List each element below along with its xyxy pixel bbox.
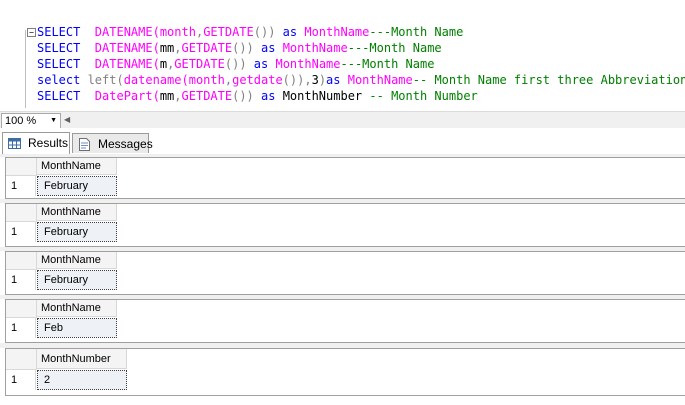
code-token: GETDATE (203, 25, 254, 39)
code-token: ()) (232, 89, 254, 103)
code-token: DatePart( (94, 89, 160, 103)
code-token: month (188, 73, 225, 87)
code-token: ()) (232, 41, 254, 55)
grid-corner[interactable] (6, 158, 37, 176)
row-number[interactable]: 1 (6, 222, 36, 242)
code-token: -- Month Name first three Abbreviation (412, 73, 685, 87)
code-token: as (246, 57, 276, 71)
code-token: month (159, 25, 196, 39)
code-token: 3 (311, 73, 319, 87)
tab-results-label: Results (28, 136, 69, 150)
code-token: DATENAME( (94, 41, 160, 55)
code-token: MonthName (282, 41, 348, 55)
messages-icon (79, 138, 90, 151)
code-line[interactable]: SELECT DATENAME(month,GETDATE()) as Mont… (37, 24, 685, 40)
code-line[interactable]: SELECT DatePart(mm,GETDATE()) as MonthNu… (37, 88, 685, 104)
tab-messages-label: Messages (98, 137, 153, 151)
code-token: MonthName (347, 73, 413, 87)
column-header[interactable]: MonthName (37, 252, 117, 269)
code-token: ---Month Name (340, 57, 435, 71)
code-token: ()), (282, 73, 312, 87)
tab-messages[interactable]: Messages (72, 133, 153, 153)
code-token: mm (159, 89, 175, 103)
code-token: SELECT (37, 57, 95, 71)
result-pane-4: MonthName 1 Feb (5, 299, 685, 343)
result-cell[interactable]: February (37, 270, 117, 290)
results-tabstrip: Results Messages (0, 128, 685, 155)
code-token: SELECT (37, 25, 95, 39)
result-cell[interactable]: February (37, 176, 117, 196)
code-token: , (174, 41, 182, 55)
code-token: left( (87, 73, 124, 87)
code-token: , (174, 89, 182, 103)
result-pane-3: MonthName 1 February (5, 251, 685, 295)
column-header[interactable]: MonthName (37, 204, 117, 221)
code-token: GETDATE (181, 41, 233, 55)
code-token: as (253, 41, 283, 55)
row-number[interactable]: 1 (6, 270, 36, 290)
column-header[interactable]: MonthNumber (37, 349, 127, 369)
result-pane-2: MonthName 1 February (5, 203, 685, 247)
code-token: ()) (253, 25, 276, 39)
zoom-select[interactable]: 100 % ▼ (1, 113, 61, 129)
code-token: MonthNumber (282, 89, 363, 103)
result-cell[interactable]: 2 (37, 370, 127, 390)
zoom-bar: 100 % ▼ ◀ (0, 111, 685, 129)
row-number[interactable]: 1 (6, 176, 36, 196)
result-cell[interactable]: Feb (37, 318, 117, 338)
code-token: DATENAME( (94, 57, 160, 71)
code-token: ()) (224, 57, 247, 71)
zoom-value: 100 % (5, 115, 37, 127)
code-line[interactable]: select left(datename(month,getdate()),3)… (37, 72, 685, 88)
code-token: ) (318, 73, 327, 87)
sql-editor[interactable]: − SELECT DATENAME(month,GETDATE()) as Mo… (0, 0, 685, 111)
row-number[interactable]: 1 (6, 370, 36, 390)
grid-corner[interactable] (6, 300, 37, 318)
code-token: SELECT (37, 89, 95, 103)
collapse-icon[interactable]: − (27, 28, 36, 37)
code-token: DATENAME( (94, 25, 160, 39)
code-token: as (253, 89, 283, 103)
grid-corner[interactable] (6, 252, 37, 270)
code-token: m (159, 57, 168, 71)
column-header[interactable]: MonthName (37, 300, 117, 317)
code-token: as (326, 73, 348, 87)
column-header[interactable]: MonthName (37, 158, 117, 175)
grid-corner[interactable] (6, 349, 37, 370)
code-token: MonthName (275, 57, 341, 71)
code-token: getdate (232, 73, 283, 87)
code-token: MonthName (304, 25, 370, 39)
code-token: datename( (123, 73, 189, 87)
grid-corner[interactable] (6, 204, 37, 222)
code-token: , (224, 73, 233, 87)
code-line[interactable]: SELECT DATENAME(mm,GETDATE()) as MonthNa… (37, 40, 685, 56)
result-pane-1: MonthName 1 February (5, 157, 685, 199)
code-token: ---Month Name (347, 41, 442, 55)
code-token: as (275, 25, 305, 39)
tab-results[interactable]: Results (2, 132, 70, 154)
code-token: mm (159, 41, 175, 55)
row-number[interactable]: 1 (6, 318, 36, 338)
code-token: SELECT (37, 41, 95, 55)
sql-code[interactable]: SELECT DATENAME(month,GETDATE()) as Mont… (37, 24, 685, 104)
chevron-down-icon[interactable]: ▼ (50, 114, 57, 128)
code-token: GETDATE (174, 57, 225, 71)
code-token: GETDATE (181, 89, 233, 103)
grid-icon (8, 138, 21, 149)
code-token: -- Month Number (362, 89, 478, 103)
code-line[interactable]: SELECT DATENAME(m,GETDATE()) as MonthNam… (37, 56, 685, 72)
result-pane-5: MonthNumber 1 2 (5, 348, 685, 396)
result-cell[interactable]: February (37, 222, 117, 242)
code-token: select (37, 73, 88, 87)
code-token: ---Month Name (369, 25, 464, 39)
scroll-left-icon[interactable]: ◀ (64, 113, 70, 127)
outline-gutter (25, 30, 26, 108)
